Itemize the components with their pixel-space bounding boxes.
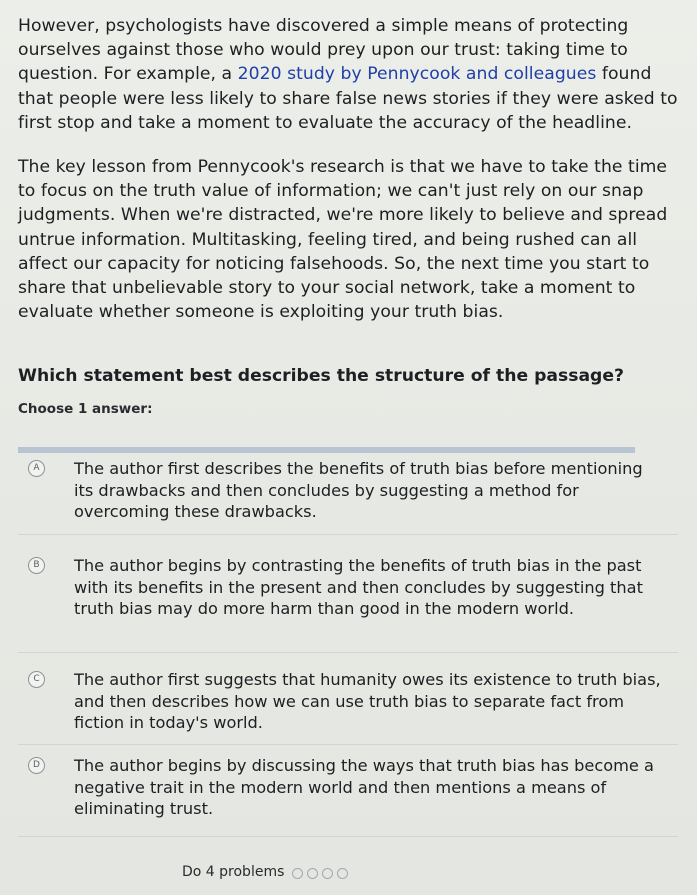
exercise-page: However, psychologists have discovered a… <box>0 0 697 895</box>
option-text-a[interactable]: The author first describes the benefits … <box>74 458 664 523</box>
passage-paragraph-2: The key lesson from Pennycook's research… <box>18 157 668 323</box>
progress-dot <box>292 868 303 879</box>
reading-passage: However, psychologists have discovered a… <box>18 14 678 344</box>
choose-answer-label: Choose 1 answer: <box>18 401 153 417</box>
answer-divider <box>18 447 635 453</box>
option-separator <box>18 836 678 837</box>
question-prompt: Which statement best describes the struc… <box>18 366 624 386</box>
option-text-b[interactable]: The author begins by contrasting the ben… <box>74 555 664 620</box>
radio-a[interactable]: A <box>28 460 45 477</box>
passage-paragraph-1: However, psychologists have discovered a… <box>18 14 678 135</box>
progress-dot <box>307 868 318 879</box>
option-separator <box>18 534 678 535</box>
option-separator <box>18 744 678 745</box>
option-text-c[interactable]: The author first suggests that humanity … <box>74 669 664 734</box>
problem-count-label: Do 4 problems <box>182 864 285 880</box>
radio-b[interactable]: B <box>28 557 45 574</box>
option-text-d[interactable]: The author begins by discussing the ways… <box>74 755 664 820</box>
study-link[interactable]: 2020 study by Pennycook and colleagues <box>238 64 597 84</box>
radio-c[interactable]: C <box>28 671 45 688</box>
option-separator <box>18 652 678 653</box>
radio-d[interactable]: D <box>28 757 45 774</box>
progress-dot <box>337 868 348 879</box>
progress-dot <box>322 868 333 879</box>
